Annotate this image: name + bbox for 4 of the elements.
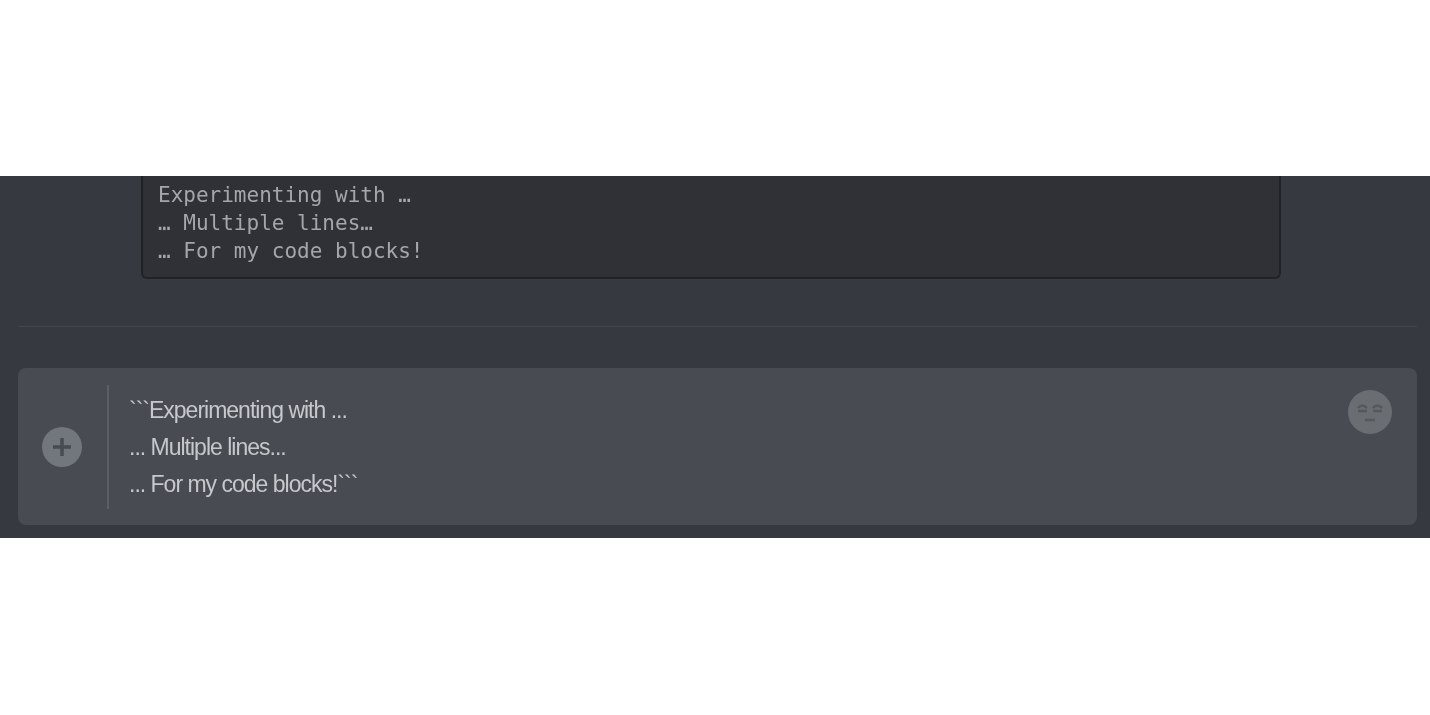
add-icon[interactable] bbox=[41, 425, 83, 468]
emoji-icon[interactable] bbox=[1347, 389, 1393, 435]
code-block: Experimenting with … … Multiple lines… … For my code blocks! bbox=[141, 176, 1281, 279]
message-input-field[interactable]: ```Experimenting with ... ... Multiple lines... ... For my code blocks!``` bbox=[129, 392, 1347, 503]
